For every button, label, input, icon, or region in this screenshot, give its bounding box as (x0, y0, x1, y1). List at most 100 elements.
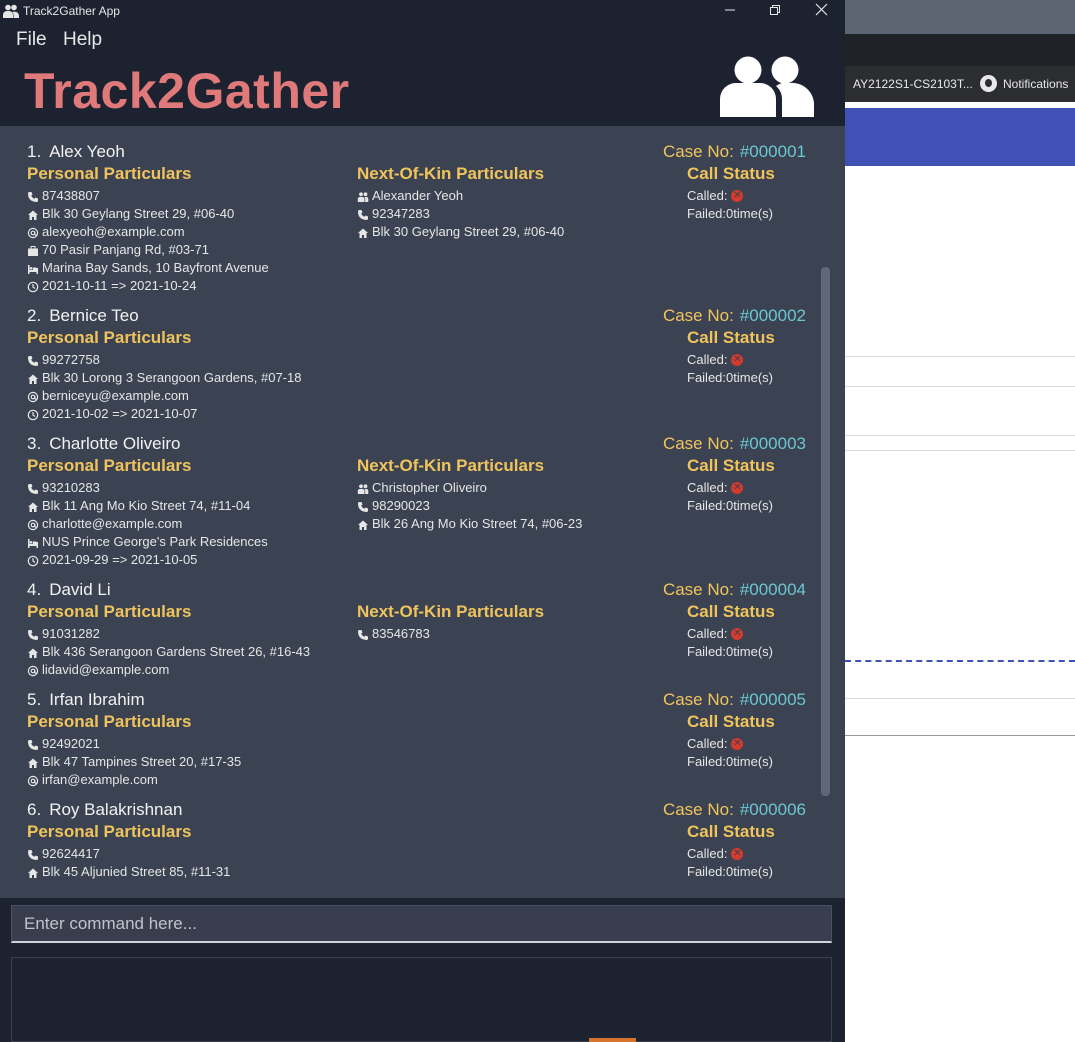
called-line: Called: ✕ (687, 845, 773, 863)
detail-text: 92624417 (42, 846, 100, 861)
window-titlebar: Track2Gather App (0, 0, 845, 23)
case-number: Case No: #000005 (663, 690, 806, 710)
person-list[interactable]: 1. Alex Yeoh Case No: #000001 Personal Parti… (11, 136, 818, 898)
failed-prefix: Failed: (687, 644, 727, 659)
command-input[interactable] (12, 906, 831, 941)
detail-line: lidavid@example.com (27, 661, 310, 679)
called-label: Called: (687, 480, 728, 495)
bookmark-repo[interactable]: AY2122S1-CS2103T... (853, 77, 973, 91)
bookmark-notifications[interactable]: Notifications (980, 75, 1068, 92)
divider (845, 386, 1075, 387)
case-number: Case No: #000003 (663, 434, 806, 454)
browser-bookmarks-bar: AY2122S1-CS2103T... Notifications (845, 66, 1075, 102)
failed-suffix: time(s) (733, 754, 773, 769)
failed-prefix: Failed: (687, 864, 727, 879)
detail-line: Christopher Oliveiro (357, 479, 582, 497)
case-no-value: #000003 (739, 434, 806, 453)
detail-text: Blk 45 Aljunied Street 85, #11-31 (42, 864, 231, 879)
clock-icon (27, 408, 39, 421)
detail-text: 93210283 (42, 480, 100, 495)
call-status-heading: Call Status (687, 164, 775, 183)
call-status-heading: Call Status (687, 712, 775, 731)
detail-line: 87438807 (27, 187, 269, 205)
nok-particulars-heading: Next-Of-Kin Particulars (357, 164, 545, 183)
phone-icon (357, 628, 369, 640)
personal-particulars-heading: Personal Particulars (27, 328, 192, 347)
detail-text: 99272758 (42, 352, 100, 367)
divider (845, 356, 1075, 357)
person-card[interactable]: 6. Roy Balakrishnan Case No: #000006 Persona… (11, 794, 818, 898)
detail-text: Blk 26 Ang Mo Kio Street 74, #06-23 (372, 516, 583, 531)
case-number: Case No: #000004 (663, 580, 806, 600)
person-card[interactable]: 2. Bernice Teo Case No: #000002 Personal Par… (11, 300, 818, 430)
failed-count: 0 (726, 644, 734, 659)
failed-suffix: time(s) (733, 644, 773, 659)
detail-line: 92624417 (27, 845, 230, 863)
detail-text: Marina Bay Sands, 10 Bayfront Avenue (42, 260, 269, 275)
nok-particulars-heading: Next-Of-Kin Particulars (357, 602, 545, 621)
person-card[interactable]: 5. Irfan Ibrahim Case No: #000005 Personal P… (11, 684, 818, 796)
failed-prefix: Failed: (687, 370, 727, 385)
menu-file[interactable]: File (16, 29, 47, 51)
failed-suffix: time(s) (733, 370, 773, 385)
detail-text: irfan@example.com (42, 772, 158, 787)
called-line: Called: ✕ (687, 479, 773, 497)
browser-titlebar (845, 0, 1075, 34)
case-no-label: Case No: (662, 690, 734, 709)
command-box[interactable] (11, 905, 832, 943)
notifications-label: Notifications (1003, 76, 1069, 91)
personal-details: 87438807 Blk 30 Geylang Street 29, #06-40… (27, 187, 269, 295)
called-label: Called: (687, 352, 728, 367)
maximize-button[interactable] (752, 0, 798, 23)
minimize-button[interactable] (707, 0, 753, 23)
person-name: 5. Irfan Ibrahim (27, 690, 145, 710)
failed-line: Failed: 0 time(s) (687, 369, 773, 387)
case-no-value: #000001 (739, 142, 806, 161)
detail-text: Christopher Oliveiro (372, 480, 487, 495)
person-index: 4. (27, 580, 42, 599)
person-card[interactable]: 1. Alex Yeoh Case No: #000001 Personal Parti… (11, 136, 818, 302)
menu-bar: File Help (0, 23, 845, 57)
personal-details: 93210283 Blk 11 Ang Mo Kio Street 74, #11… (27, 479, 268, 569)
detail-line: 2021-10-11 => 2021-10-24 (27, 277, 269, 295)
home-icon (27, 500, 39, 512)
home-icon (27, 372, 39, 384)
case-no-label: Case No: (662, 142, 734, 161)
scrollbar-thumb[interactable] (821, 267, 830, 796)
personal-details: 91031282 Blk 436 Serangoon Gardens Street… (27, 625, 310, 679)
detail-text: 92347283 (372, 206, 430, 221)
person-name-text: Roy Balakrishnan (49, 800, 183, 819)
detail-line: Blk 436 Serangoon Gardens Street 26, #16… (27, 643, 310, 661)
detail-text: 2021-10-02 => 2021-10-07 (42, 406, 198, 421)
phone-icon (27, 738, 39, 750)
personal-details: 99272758 Blk 30 Lorong 3 Serangoon Garden… (27, 351, 301, 423)
failed-line: Failed: 0 time(s) (687, 205, 773, 223)
person-card[interactable]: 3. Charlotte Oliveiro Case No: #000003 Perso… (11, 428, 818, 576)
failed-line: Failed: 0 time(s) (687, 863, 773, 881)
detail-line: 92492021 (27, 735, 241, 753)
detail-line: 91031282 (27, 625, 310, 643)
detail-text: lidavid@example.com (42, 662, 170, 677)
personal-details: 92492021 Blk 47 Tampines Street 20, #17-3… (27, 735, 241, 789)
detail-line: Blk 26 Ang Mo Kio Street 74, #06-23 (357, 515, 582, 533)
result-display (11, 957, 832, 1042)
detail-line: 99272758 (27, 351, 301, 369)
detail-line: alexyeoh@example.com (27, 223, 269, 241)
called-label: Called: (687, 736, 728, 751)
case-no-value: #000002 (739, 306, 806, 325)
failed-suffix: time(s) (733, 206, 773, 221)
personal-details: 92624417 Blk 45 Aljunied Street 85, #11-3… (27, 845, 230, 881)
case-no-value: #000006 (739, 800, 806, 819)
failed-prefix: Failed: (687, 754, 727, 769)
personal-particulars-heading: Personal Particulars (27, 164, 192, 183)
failed-count: 0 (726, 864, 734, 879)
close-button[interactable] (798, 0, 844, 23)
failed-count: 0 (726, 754, 734, 769)
person-card[interactable]: 4. David Li Case No: #000004 Personal Partic… (11, 574, 818, 686)
detail-text: 2021-10-11 => 2021-10-24 (42, 278, 197, 293)
taskbar-indicator (589, 1038, 636, 1042)
detail-line: Blk 45 Aljunied Street 85, #11-31 (27, 863, 230, 881)
work-icon (27, 244, 39, 256)
call-status-details: Called: ✕ Failed: 0 time(s) (687, 351, 773, 387)
menu-help[interactable]: Help (63, 29, 102, 51)
